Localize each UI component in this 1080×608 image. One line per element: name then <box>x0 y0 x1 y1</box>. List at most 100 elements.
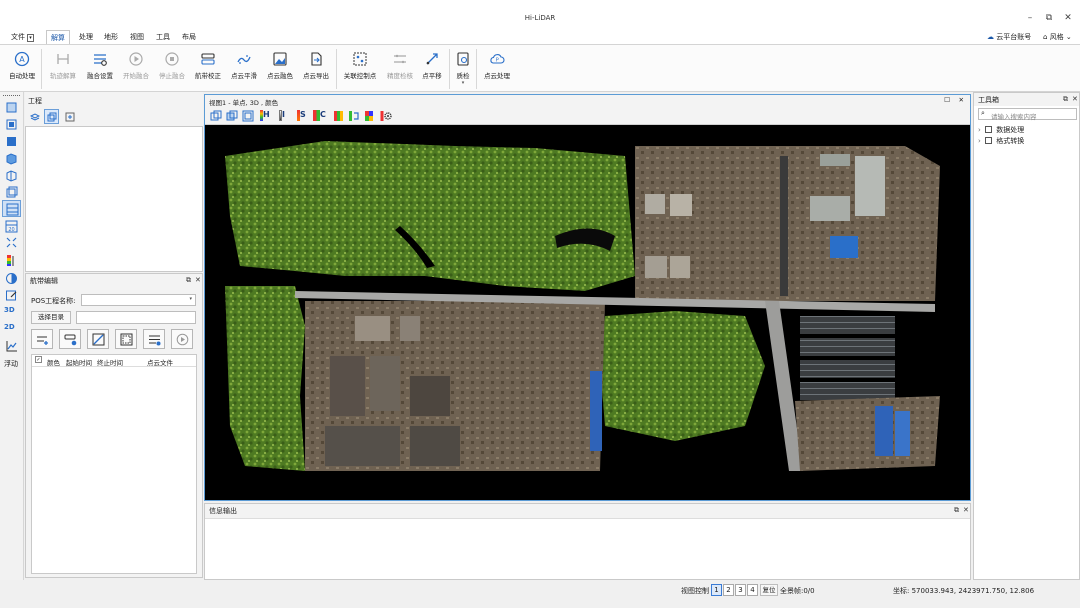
height-color-button[interactable]: H <box>260 110 278 122</box>
select-dir-button[interactable]: 选择目录 <box>31 311 71 324</box>
add-icon[interactable] <box>65 112 75 122</box>
select-all-checkbox[interactable]: ✓ <box>35 356 42 363</box>
accuracy-check-button[interactable]: 精度检核 <box>385 51 415 80</box>
frame-icon[interactable] <box>242 110 254 122</box>
table-header: ✓ 颜色 起始时间 终止时间 点云文件 <box>32 355 196 367</box>
restore-button[interactable]: ⧉ <box>1041 13 1057 23</box>
palette-icon[interactable] <box>333 110 345 122</box>
add-track-button[interactable] <box>59 329 81 349</box>
frame-button[interactable] <box>115 329 137 349</box>
quality-check-button[interactable]: 质检 ▾ <box>454 51 472 86</box>
view-page-4[interactable]: 4 <box>747 584 758 596</box>
cube-icon[interactable] <box>5 118 18 131</box>
color-mode-button[interactable]: C <box>313 110 329 122</box>
add-strip-button[interactable] <box>31 329 53 349</box>
point-translate-button[interactable]: 点平移 <box>419 51 445 80</box>
selected-view-button[interactable] <box>2 200 21 217</box>
chevron-right-icon: › <box>978 137 981 145</box>
cube-icon[interactable] <box>5 135 18 148</box>
color-ramp-icon[interactable] <box>5 254 18 267</box>
close-icon[interactable]: ✕ <box>959 96 964 104</box>
toolbox-search[interactable]: ⌕ 请输入搜索内容 <box>978 108 1077 121</box>
svg-text:P: P <box>496 58 499 64</box>
cube-icon[interactable] <box>5 101 18 114</box>
gear-icon[interactable] <box>380 110 392 122</box>
return-icon[interactable] <box>348 110 360 122</box>
point-cloud-canvas[interactable] <box>205 126 970 500</box>
column-end-time[interactable]: 终止时间 <box>97 357 123 367</box>
column-start-time[interactable]: 起始时间 <box>66 357 92 367</box>
close-icon[interactable]: ✕ <box>195 276 201 284</box>
tab-shitu[interactable]: 视图 <box>130 32 144 42</box>
3d-view-icon[interactable]: 3D <box>4 306 15 314</box>
layers-icon[interactable] <box>30 112 40 122</box>
view-page-1[interactable]: 1 <box>711 584 722 596</box>
close-button[interactable]: ✕ <box>1060 13 1076 23</box>
point-export-button[interactable]: 点云导出 <box>301 51 331 80</box>
tab-chuli[interactable]: 处理 <box>79 32 93 42</box>
link-control-points-button[interactable]: 关联控制点 <box>342 51 378 80</box>
close-icon[interactable]: ✕ <box>963 506 969 514</box>
auto-process-button[interactable]: A 自动处理 <box>7 51 37 80</box>
maximize-icon[interactable]: ☐ <box>944 96 950 104</box>
column-point-file[interactable]: 点云文件 <box>147 357 173 367</box>
pin-icon[interactable]: ⧉ <box>1063 95 1068 104</box>
pin-icon[interactable]: ⧉ <box>186 276 191 285</box>
view-page-2[interactable]: 2 <box>723 584 734 596</box>
close-icon[interactable]: ✕ <box>1072 95 1078 103</box>
trajectory-icon <box>57 54 69 64</box>
minimize-button[interactable]: – <box>1022 13 1038 23</box>
reset-button[interactable]: 复位 <box>760 584 778 596</box>
cube-icon[interactable] <box>5 152 18 165</box>
point-smooth-button[interactable]: 点云平滑 <box>229 51 259 80</box>
view-page-3[interactable]: 3 <box>735 584 746 596</box>
cloud-process-button[interactable]: P 点云处理 <box>482 51 512 80</box>
fusion-settings-button[interactable]: 融合设置 <box>85 51 115 80</box>
chart-icon[interactable] <box>5 340 18 353</box>
settings-strip-button[interactable] <box>143 329 165 349</box>
2d-view-icon[interactable]: 2D <box>4 323 15 331</box>
point-colorize-button[interactable]: 点云融色 <box>265 51 295 80</box>
edit-polygon-button[interactable] <box>87 329 109 349</box>
tree-item-data-process[interactable]: › 数据处理 <box>978 125 1024 135</box>
cloud-account[interactable]: ☁ 云平台账号 <box>987 32 1031 42</box>
float-label[interactable]: 浮动 <box>4 359 18 369</box>
output-log[interactable] <box>205 518 970 579</box>
grid-icon[interactable]: 20 <box>5 220 18 233</box>
column-color[interactable]: 颜色 <box>47 357 60 367</box>
pin-icon[interactable]: ⧉ <box>954 506 959 515</box>
play-button[interactable] <box>171 329 193 349</box>
tab-buju[interactable]: 布局 <box>182 32 196 42</box>
classification-button[interactable]: S <box>297 110 311 122</box>
multicolor-icon[interactable] <box>364 110 376 122</box>
pos-project-select[interactable]: ▾ <box>81 294 196 306</box>
style-menu[interactable]: ⌂ 风格 ⌄ <box>1043 32 1072 42</box>
cloud-icon: ☁ <box>987 33 994 41</box>
start-fusion-button[interactable]: 开始融合 <box>121 51 151 80</box>
expand-icon[interactable] <box>5 236 18 249</box>
trajectory-solve-button[interactable]: 轨迹解算 <box>48 51 78 80</box>
tab-gongju[interactable]: 工具 <box>156 32 170 42</box>
cube-icon[interactable] <box>210 110 222 122</box>
3d-viewport[interactable]: 视图1 - 单点, 3D , 颜色 ☐ ✕ H I S C <box>204 94 971 501</box>
dir-field[interactable] <box>76 311 196 324</box>
project-tree[interactable] <box>25 126 203 272</box>
tab-dixing[interactable]: 地形 <box>104 32 118 42</box>
chevron-down-icon: ⌄ <box>1065 33 1072 41</box>
cube-icon[interactable] <box>5 186 18 199</box>
intensity-button[interactable]: I <box>279 110 291 122</box>
tab-jiesuan[interactable]: 解算 <box>46 30 70 44</box>
menu-file[interactable]: 文件 ▾ <box>11 32 34 42</box>
cube-icon[interactable] <box>5 169 18 182</box>
contrast-icon[interactable] <box>5 272 18 285</box>
selected-tool[interactable] <box>44 109 59 124</box>
view-control-label: 视图控制 <box>681 587 709 595</box>
panel-title: 工具箱 <box>978 96 999 104</box>
viewport-title: 视图1 - 单点, 3D , 颜色 <box>209 99 279 107</box>
cube-icon[interactable] <box>226 110 238 122</box>
strip-correction-button[interactable]: 航带校正 <box>193 51 223 80</box>
play-icon <box>129 52 143 66</box>
edit-icon[interactable] <box>5 289 18 302</box>
tree-item-format-convert[interactable]: › 格式转换 <box>978 136 1024 146</box>
stop-fusion-button[interactable]: 停止融合 <box>157 51 187 80</box>
